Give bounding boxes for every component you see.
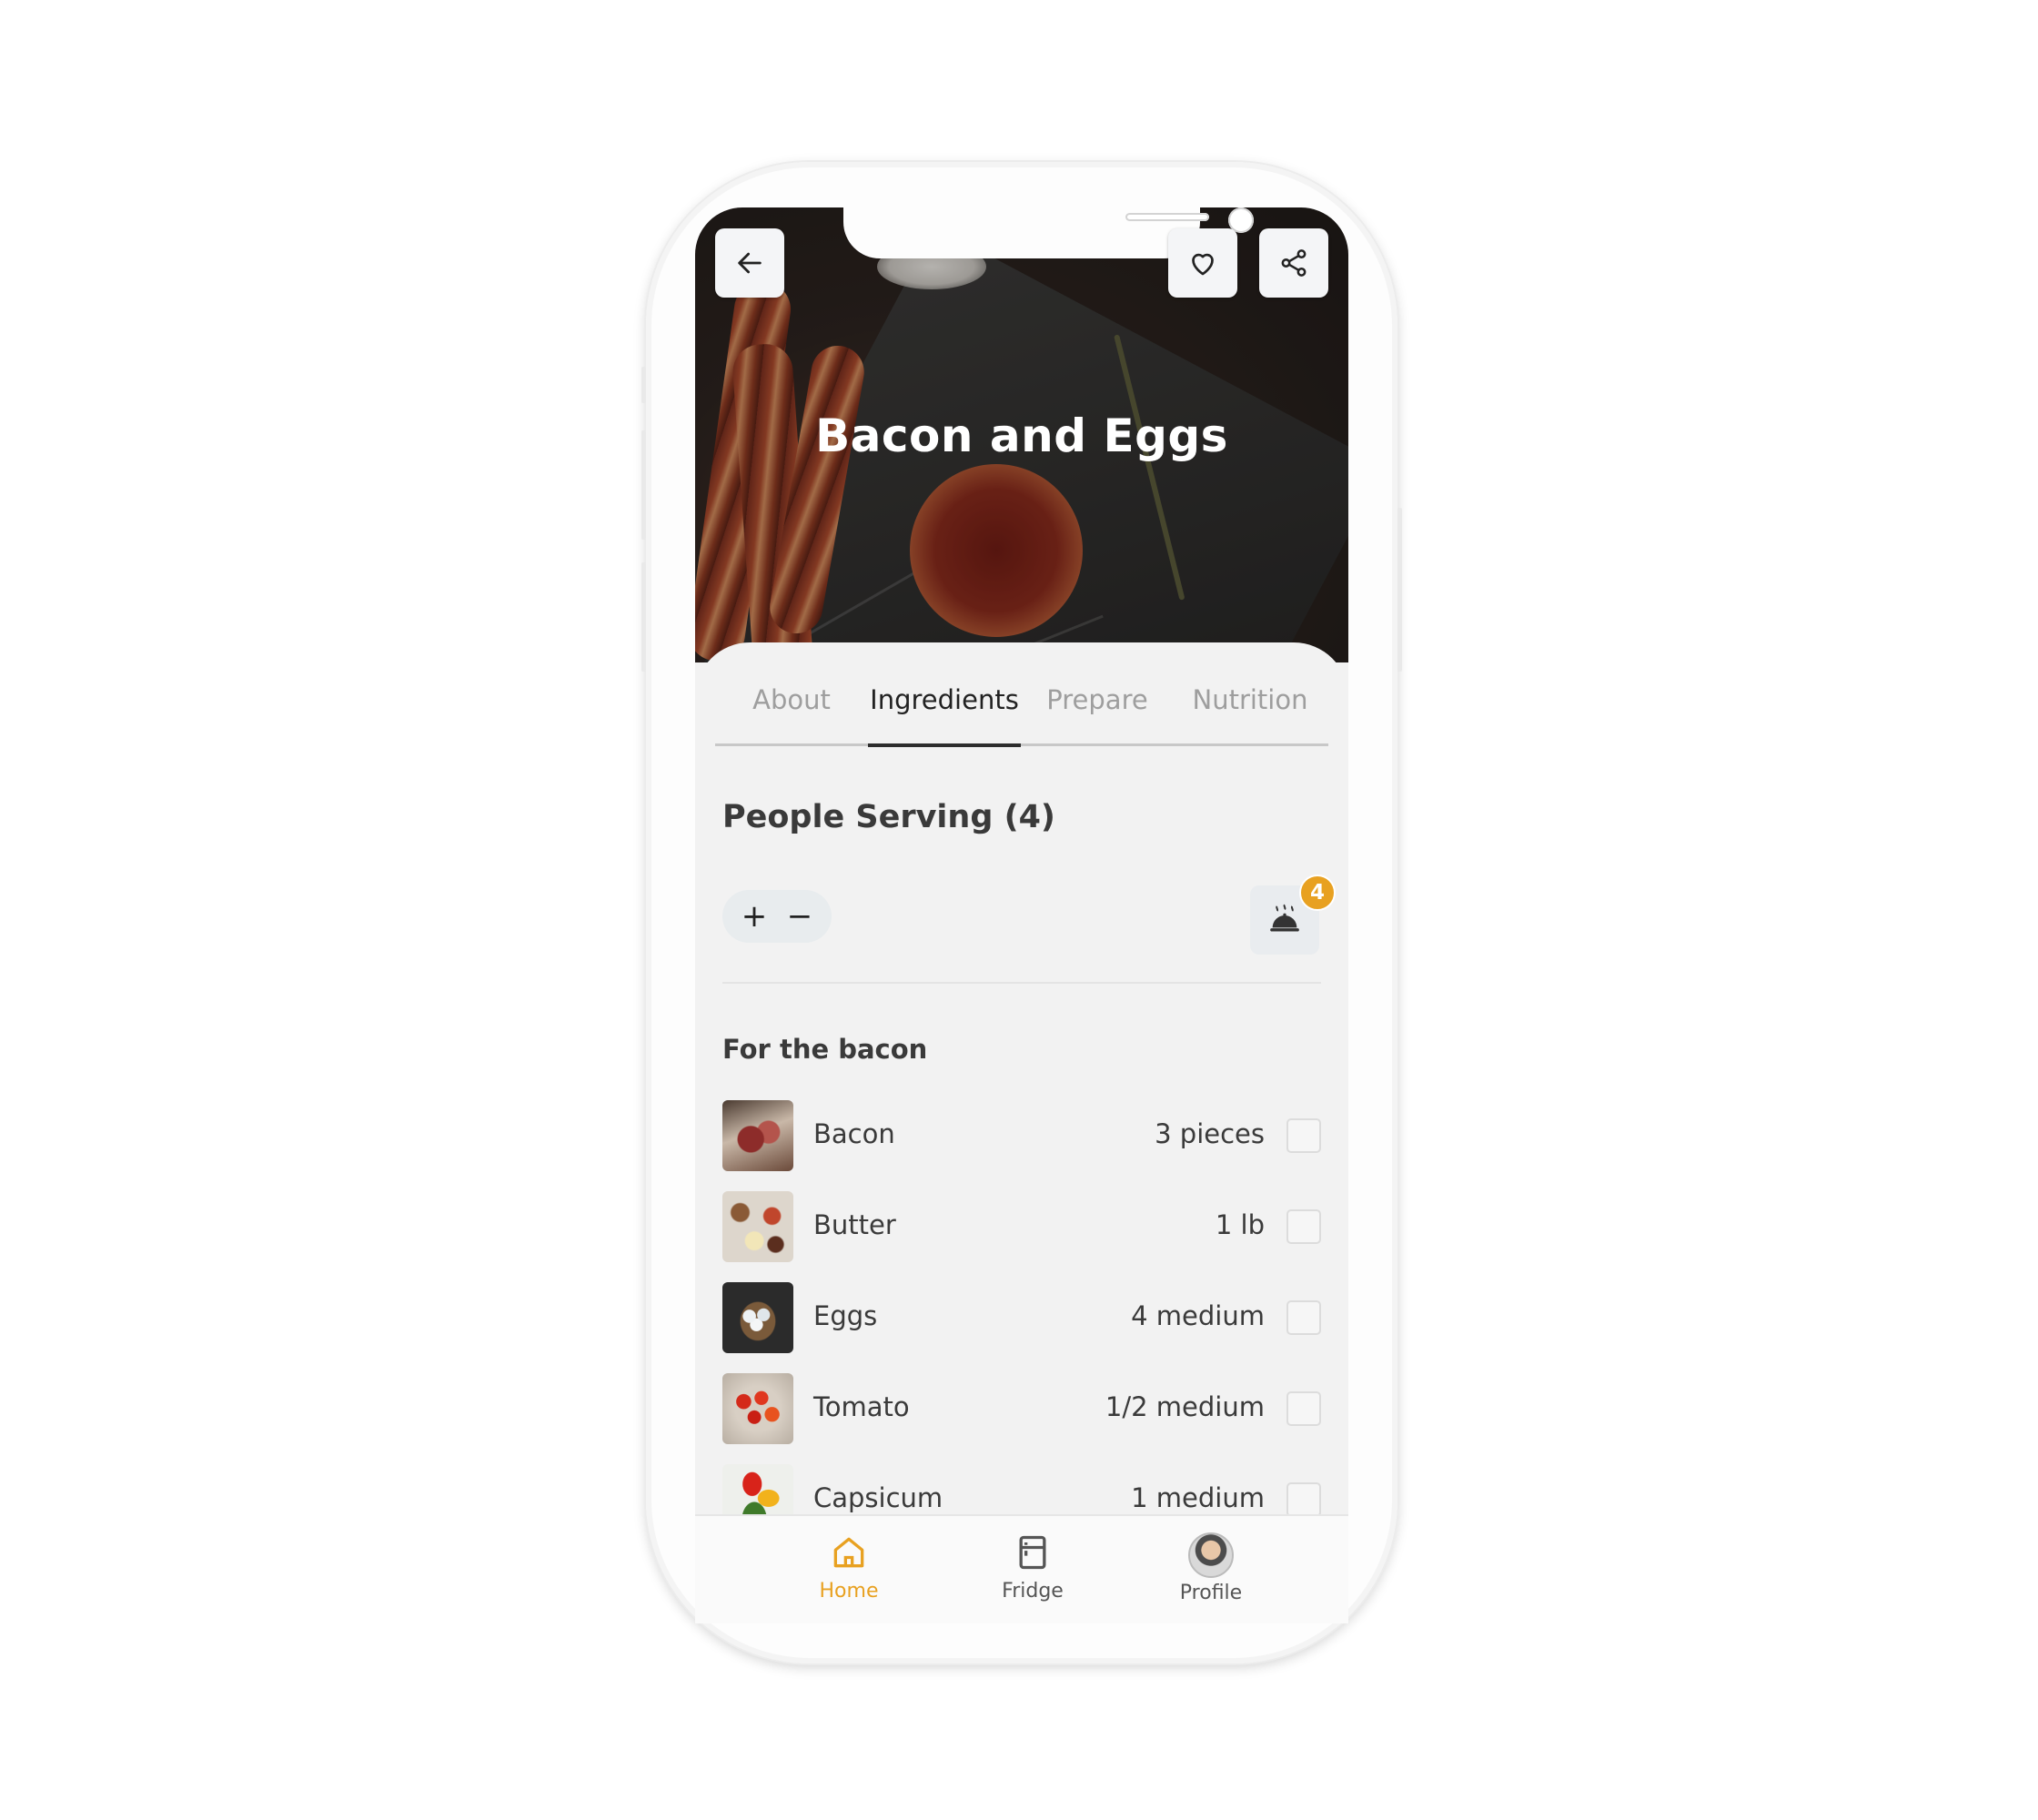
active-tab-indicator xyxy=(868,743,1021,747)
increase-serving-button[interactable]: + xyxy=(736,901,772,932)
mute-switch xyxy=(641,367,646,403)
home-icon xyxy=(833,1537,864,1568)
recipe-tabs: About Ingredients Prepare Nutrition xyxy=(715,677,1328,747)
tab-about[interactable]: About xyxy=(715,684,868,715)
ingredient-checkbox[interactable] xyxy=(1286,1391,1321,1426)
avatar xyxy=(1188,1532,1234,1578)
ingredient-thumbnail xyxy=(722,1191,793,1262)
speaker-grille xyxy=(1125,213,1209,221)
nav-fridge-label: Fridge xyxy=(1002,1580,1064,1603)
nav-home-label: Home xyxy=(819,1580,879,1603)
recipe-hero-image: Bacon and Eggs xyxy=(695,207,1348,662)
ingredient-name: Eggs xyxy=(813,1300,878,1331)
arrow-left-icon xyxy=(738,252,762,274)
ingredient-quantity: 1 lb xyxy=(1215,1209,1265,1240)
ingredient-row: Eggs 4 medium xyxy=(722,1282,1321,1353)
nav-home[interactable]: Home xyxy=(794,1532,903,1603)
ingredient-thumbnail xyxy=(722,1282,793,1353)
phone-notch xyxy=(843,207,1254,258)
ingredient-row: Bacon 3 pieces xyxy=(722,1100,1321,1171)
ingredient-thumbnail xyxy=(722,1373,793,1444)
ingredient-checkbox[interactable] xyxy=(1286,1209,1321,1244)
heart-icon xyxy=(1192,253,1214,276)
nav-profile[interactable]: Profile xyxy=(1156,1532,1266,1604)
ingredient-checkbox[interactable] xyxy=(1286,1300,1321,1335)
decrease-serving-button[interactable]: − xyxy=(782,901,818,932)
ingredient-name: Tomato xyxy=(813,1391,910,1422)
serving-stepper: + − xyxy=(722,890,832,943)
serving-count-badge: 4 xyxy=(1299,875,1336,911)
bottom-navigation: Home Fridge Profile xyxy=(695,1514,1348,1623)
ingredient-quantity: 4 medium xyxy=(1131,1300,1265,1331)
phone-frame: Bacon and Eggs About Ingredients Prepare… xyxy=(641,162,1402,1663)
section-divider xyxy=(722,982,1321,984)
power-button xyxy=(1397,508,1402,672)
ingredient-quantity: 3 pieces xyxy=(1155,1118,1265,1149)
ingredient-quantity: 1/2 medium xyxy=(1105,1391,1265,1422)
tab-nutrition[interactable]: Nutrition xyxy=(1174,684,1327,715)
app-screen: Bacon and Eggs About Ingredients Prepare… xyxy=(695,207,1348,1514)
recipe-title: Bacon and Eggs xyxy=(815,410,1228,462)
ingredient-quantity: 1 medium xyxy=(1131,1482,1265,1513)
ingredient-row: Tomato 1/2 medium xyxy=(722,1373,1321,1444)
ingredient-checkbox[interactable] xyxy=(1286,1118,1321,1153)
nav-profile-label: Profile xyxy=(1179,1582,1243,1604)
ingredient-thumbnail xyxy=(722,1464,793,1514)
nav-fridge[interactable]: Fridge xyxy=(978,1532,1087,1603)
ingredient-name: Capsicum xyxy=(813,1482,943,1513)
fridge-icon xyxy=(1019,1535,1046,1570)
ingredient-name: Bacon xyxy=(813,1118,895,1149)
ingredient-section-title: For the bacon xyxy=(722,1034,928,1065)
ingredient-row: Butter 1 lb xyxy=(722,1191,1321,1262)
ingredient-checkbox[interactable] xyxy=(1286,1482,1321,1514)
ingredient-thumbnail xyxy=(722,1100,793,1171)
tab-prepare[interactable]: Prepare xyxy=(1021,684,1174,715)
share-icon xyxy=(1281,249,1307,277)
ingredient-name: Butter xyxy=(813,1209,896,1240)
volume-down-button xyxy=(641,562,646,672)
back-button[interactable] xyxy=(715,228,784,298)
tab-ingredients[interactable]: Ingredients xyxy=(868,684,1021,715)
ingredient-row: Capsicum 1 medium xyxy=(722,1464,1321,1514)
people-serving-title: People Serving (4) xyxy=(722,799,1055,835)
serving-dish-icon xyxy=(1270,904,1299,932)
volume-up-button xyxy=(641,430,646,540)
share-button[interactable] xyxy=(1259,228,1328,298)
favorite-button[interactable] xyxy=(1168,228,1237,298)
recipe-content-sheet: About Ingredients Prepare Nutrition Peop… xyxy=(695,642,1348,1514)
